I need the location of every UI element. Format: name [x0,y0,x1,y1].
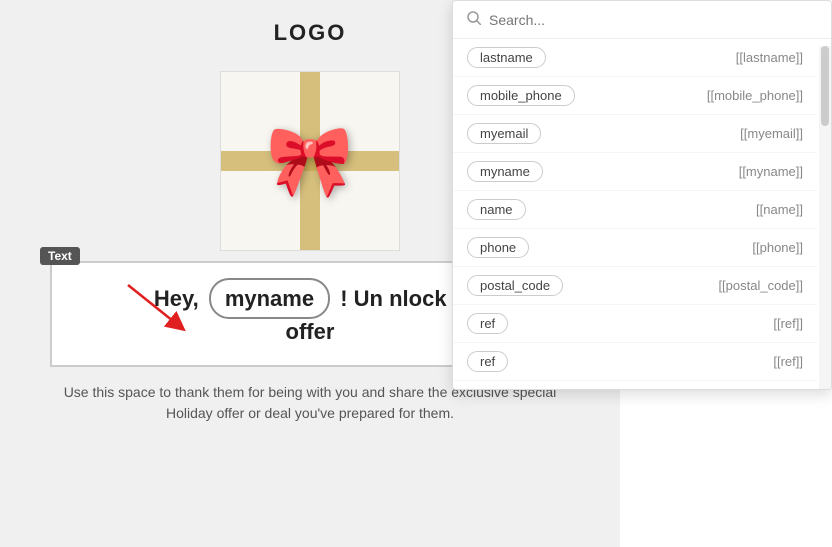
list-item[interactable]: lastname [[lastname]] [453,39,817,77]
tag-value: [[ref]] [773,316,803,331]
bow-icon: 🎀 [266,126,353,196]
list-item[interactable]: phone [[phone]] [453,229,817,267]
tag-value: [[lastname]] [736,50,803,65]
tag-pill: ref [467,351,508,372]
tag-value: [[myemail]] [740,126,803,141]
search-input[interactable] [489,12,817,28]
list-item[interactable]: ref [[ref]] [453,305,817,343]
tag-pill: ref [467,313,508,334]
tag-pill: phone [467,237,529,258]
list-item[interactable]: postal_code [[postal_code]] [453,267,817,305]
list-item[interactable]: name [[name]] [453,191,817,229]
tag-pill: name [467,199,526,220]
list-item[interactable]: mobile_phone [[mobile_phone]] [453,77,817,115]
tag-value: [[name]] [756,202,803,217]
myname-pill: myname [209,278,330,319]
list-item[interactable]: myname [[myname]] [453,153,817,191]
hey-more: nlock [389,286,453,311]
tag-pill: myname [467,161,543,182]
search-bar [453,1,831,39]
scrollbar[interactable] [819,46,831,389]
tag-value: [[myname]] [739,164,803,179]
tag-value: [[ref]] [773,354,803,369]
tag-pill: myemail [467,123,541,144]
list-item[interactable]: ref [[ref]] [453,343,817,381]
scrollbar-thumb[interactable] [821,46,829,126]
items-list: lastname [[lastname]] mobile_phone [[mob… [453,39,831,382]
gift-box: 🎀 [220,71,400,251]
dropdown-panel[interactable]: lastname [[lastname]] mobile_phone [[mob… [452,0,832,390]
tag-value: [[phone]] [752,240,803,255]
tag-pill: postal_code [467,275,563,296]
tag-value: [[postal_code]] [718,278,803,293]
main-canvas: LOGO 🎀 Text Hey, myname ! Un [0,0,832,547]
list-item[interactable]: myemail [[myemail]] [453,115,817,153]
arrow-1-icon [118,275,198,335]
search-icon [467,11,481,28]
hey-suffix: ! Un [340,286,383,311]
text-label: Text [40,247,80,265]
tag-value: [[mobile_phone]] [707,88,803,103]
tag-pill: mobile_phone [467,85,575,106]
tag-pill: lastname [467,47,546,68]
